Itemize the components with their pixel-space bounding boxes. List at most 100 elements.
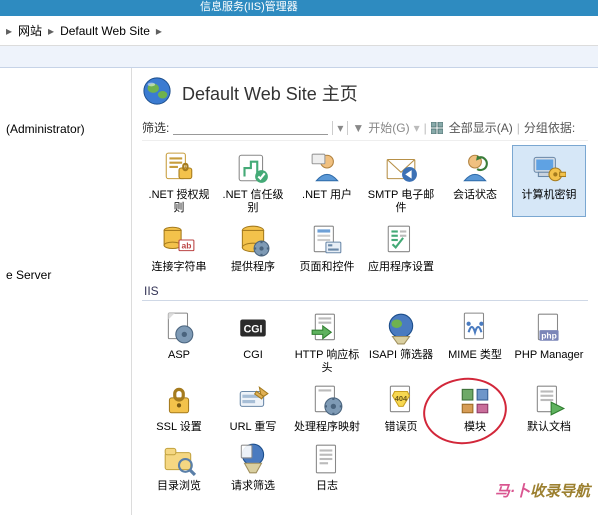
feature-http-response-headers[interactable]: HTTP 响应标头	[290, 305, 364, 377]
feature-label: PHP Manager	[515, 349, 584, 362]
feature-application-settings[interactable]: 应用程序设置	[364, 217, 438, 276]
error-pages-icon: 404	[384, 383, 418, 417]
feature-label: URL 重写	[230, 421, 277, 434]
window-title-text: 信息服务(IIS)管理器	[200, 1, 298, 13]
page-title: Default Web Site 主页	[182, 80, 358, 106]
feature-directory-browsing[interactable]: 目录浏览	[142, 436, 216, 495]
ssl-settings-icon	[162, 383, 196, 417]
feature-label: MIME 类型	[448, 349, 502, 362]
tree-item-administrator[interactable]: (Administrator)	[4, 118, 127, 140]
feature-providers[interactable]: 提供程序	[216, 217, 290, 276]
feature-label: 模块	[464, 421, 486, 434]
svg-text:ab: ab	[181, 241, 191, 251]
feature-label: ISAPI 筛选器	[369, 349, 433, 362]
tree-item-server[interactable]: e Server	[4, 264, 127, 286]
feature-isapi-filters[interactable]: ISAPI 筛选器	[364, 305, 438, 377]
feature-url-rewrite[interactable]: URL 重写	[216, 377, 290, 436]
feature-cgi[interactable]: CGI CGI	[216, 305, 290, 377]
feature-machine-key[interactable]: 计算机密钥	[512, 145, 586, 217]
default-document-icon	[532, 383, 566, 417]
feature-modules[interactable]: 模块	[438, 377, 512, 436]
breadcrumb-separator: ▸	[6, 24, 12, 38]
feature-label: 错误页	[385, 421, 418, 434]
feature-label: SMTP 电子邮件	[366, 189, 436, 215]
net-users-icon	[310, 151, 344, 185]
features-grid: .NET 授权规则.NET 信任级别 .NET 用户 SMTP 电子邮件 会话状态 计算…	[142, 145, 588, 495]
menu-bar	[0, 46, 598, 68]
filter-input[interactable]	[173, 120, 328, 135]
feature-label: 页面和控件	[300, 261, 355, 274]
feature-session-state[interactable]: 会话状态	[438, 145, 512, 217]
connection-strings-icon: ab	[162, 223, 196, 257]
modules-icon	[458, 383, 492, 417]
asp-icon	[162, 311, 196, 345]
feature-label: .NET 用户	[302, 189, 352, 202]
feature-label: 日志	[316, 480, 338, 493]
feature-label: SSL 设置	[156, 421, 201, 434]
filter-label: 筛选:	[142, 119, 169, 136]
show-all-icon	[431, 122, 443, 134]
directory-browsing-icon	[162, 442, 196, 476]
feature-mime-types[interactable]: MIME 类型	[438, 305, 512, 377]
feature-error-pages[interactable]: 404 错误页	[364, 377, 438, 436]
feature-handler-mappings[interactable]: 处理程序映射	[290, 377, 364, 436]
feature-label: 连接字符串	[152, 261, 207, 274]
show-all-button[interactable]: 全部显示(A)	[449, 119, 513, 136]
smtp-email-icon	[384, 151, 418, 185]
feature-label: 处理程序映射	[294, 421, 360, 434]
feature-logging[interactable]: 日志	[290, 436, 364, 495]
isapi-filters-icon	[384, 311, 418, 345]
session-state-icon	[458, 151, 492, 185]
feature-label: .NET 信任级别	[218, 189, 288, 215]
feature-default-document[interactable]: 默认文档	[512, 377, 586, 436]
handler-mappings-icon	[310, 383, 344, 417]
feature-pages-and-controls[interactable]: 页面和控件	[290, 217, 364, 276]
net-authorization-icon	[162, 151, 196, 185]
main-content: Default Web Site 主页 筛选: ▾ ▼ 开始(G) ▾ | 全部…	[132, 68, 598, 515]
logging-icon	[310, 442, 344, 476]
feature-smtp-email[interactable]: SMTP 电子邮件	[364, 145, 438, 217]
feature-label: .NET 授权规则	[144, 189, 214, 215]
feature-label: 提供程序	[231, 261, 275, 274]
svg-text:CGI: CGI	[244, 323, 263, 335]
feature-asp[interactable]: ASP	[142, 305, 216, 377]
feature-request-filtering[interactable]: 请求筛选	[216, 436, 290, 495]
feature-net-trust-levels[interactable]: .NET 信任级别	[216, 145, 290, 217]
net-trust-levels-icon	[236, 151, 270, 185]
connections-tree[interactable]: (Administrator) e Server	[0, 68, 132, 515]
feature-net-users[interactable]: .NET 用户	[290, 145, 364, 217]
toolbar-separator: |	[424, 121, 427, 135]
feature-label: 会话状态	[453, 189, 497, 202]
svg-text:php: php	[541, 331, 557, 341]
svg-text:404: 404	[395, 394, 408, 403]
filter-toolbar: 筛选: ▾ ▼ 开始(G) ▾ | 全部显示(A) | 分组依据:	[142, 119, 588, 141]
breadcrumb: ▸ 网站 ▸ Default Web Site ▸	[0, 16, 598, 46]
providers-icon	[236, 223, 270, 257]
go-button[interactable]: 开始(G)	[368, 119, 409, 136]
request-filtering-icon	[236, 442, 270, 476]
feature-connection-strings[interactable]: ab 连接字符串	[142, 217, 216, 276]
application-settings-icon	[384, 223, 418, 257]
window-title-bar: 信息服务(IIS)管理器	[0, 0, 598, 16]
group-by-label: 分组依据:	[524, 119, 575, 136]
url-rewrite-icon	[236, 383, 270, 417]
filter-dropdown[interactable]: ▾	[332, 121, 348, 135]
feature-label: 请求筛选	[231, 480, 275, 493]
feature-net-authorization[interactable]: .NET 授权规则	[142, 145, 216, 217]
feature-php-manager[interactable]: php PHP Manager	[512, 305, 586, 377]
globe-icon	[142, 76, 172, 109]
feature-label: 默认文档	[527, 421, 571, 434]
feature-label: HTTP 响应标头	[292, 349, 362, 375]
php-manager-icon: php	[532, 311, 566, 345]
pages-and-controls-icon	[310, 223, 344, 257]
feature-label: ASP	[168, 349, 190, 362]
breadcrumb-item-sites[interactable]: 网站	[18, 22, 42, 39]
feature-label: CGI	[243, 349, 263, 362]
breadcrumb-item-default-website[interactable]: Default Web Site	[60, 24, 150, 38]
cgi-icon: CGI	[236, 311, 270, 345]
machine-key-icon	[532, 151, 566, 185]
feature-ssl-settings[interactable]: SSL 设置	[142, 377, 216, 436]
group-header-iis: IIS	[142, 280, 588, 301]
mime-types-icon	[458, 311, 492, 345]
feature-label: 目录浏览	[157, 480, 201, 493]
